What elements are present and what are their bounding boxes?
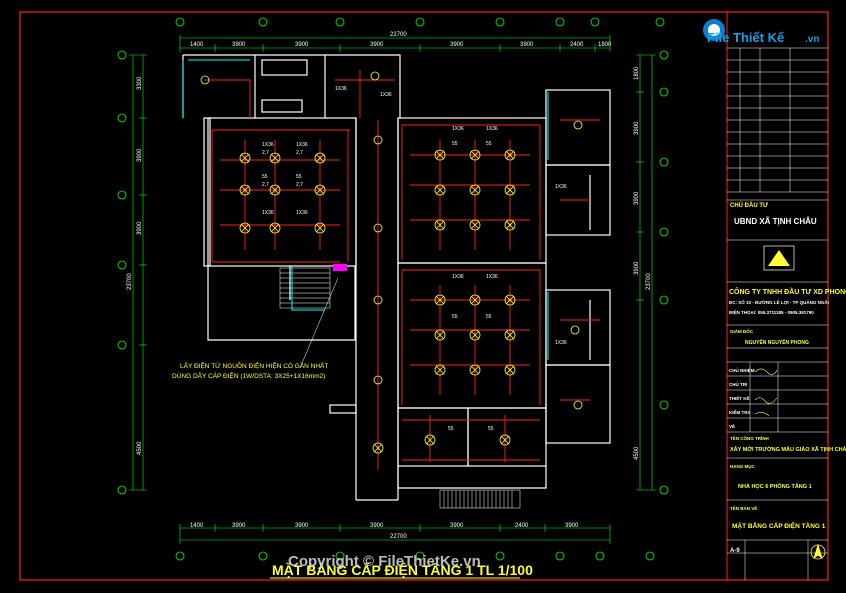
brand-logo: File Thiết Kế .vn [700,12,828,46]
role-row: CHỦ NHIỆM [729,366,755,373]
fixture-label: 2,7 [262,182,269,188]
fixture-label: 55 [452,141,458,147]
top-dim-6: 3900 [520,42,534,48]
drawing-canvas: 1400 3900 3900 3900 3900 3900 2400 1800 … [0,0,846,593]
role-row: CHỦ TRÌ [729,380,748,387]
owner-name: UBND XÃ TỊNH CHÂU [734,217,817,226]
right-dim-1: 1800 [634,66,640,80]
fixture-label: 55 [262,174,268,180]
supply-note-line2: DÙNG DÂY CÁP ĐIỆN (1W/DSTA: 3X25+1X16mm2… [172,371,325,380]
bottom-dim-4: 3900 [370,523,384,529]
item-name: NHÀ HỌC 6 PHÒNG TẦNG 1 [738,482,812,490]
project-name: XÂY MỚI TRƯỜNG MẪU GIÁO XÃ TỊNH CHÂU [730,445,846,453]
role-row: THIẾT KẾ [729,395,750,401]
left-dim-1: 3300 [137,76,143,90]
left-dim-4: 4500 [137,441,143,455]
fixture-label: 1X36 [452,126,464,132]
left-dim-3: 3900 [137,221,143,235]
bottom-dim-6: 2400 [515,523,529,529]
top-dim-4: 3900 [370,42,384,48]
fixture-label: 55 [448,426,454,432]
fixture-label: 55 [488,426,494,432]
bottom-dim-1: 1400 [190,523,204,529]
left-dim-2: 3900 [137,148,143,162]
right-dim-2: 3900 [634,121,640,135]
fixture-label: 1X36 [380,92,392,98]
fixture-label: 1X36 [335,86,347,92]
fixture-label: 2,7 [296,182,303,188]
company-phone: ĐIỆN THOẠI: 055.3711185 - 0905.391790 [729,308,814,315]
fixture-label: 1X36 [262,142,274,148]
bottom-dim-5: 3900 [450,523,464,529]
distribution-panel [333,264,347,271]
fixture-label: 2,7 [296,150,303,156]
top-dim-8: 1800 [598,42,612,48]
fixture-label: 1X36 [262,210,274,216]
right-dim-4: 3900 [634,261,640,275]
fixture-label: 55 [486,314,492,320]
director-label: GIÁM ĐỐC [730,328,754,334]
fixture-label: 1X36 [486,126,498,132]
fixture-label: 1X36 [296,142,308,148]
fixture-label: 55 [452,314,458,320]
right-dim-total: 23700 [646,273,652,290]
fixture-label: 1X36 [452,274,464,280]
left-dim-total: 23700 [127,273,133,290]
fixture-label: 1X36 [486,274,498,280]
brand-logo-icon: File Thiết Kế .vn [703,19,819,45]
bottom-dim-2: 3900 [232,523,246,529]
project-label: TÊN CÔNG TRÌNH [730,434,769,441]
right-dim-5: 4500 [634,446,640,460]
sheet-label: TÊN BẢN VẼ [730,504,757,511]
role-row: KIỂM TRA [729,409,751,415]
top-dim-total: 22700 [390,32,407,38]
bottom-dim-3: 3900 [295,523,309,529]
entrance-ramp [439,489,521,509]
company-address: ĐC: SỐ 10 - ĐƯỜNG LÊ LỢI - TP QUẢNG NGÃI [729,298,829,305]
brand-text: File Thiết Kế [707,30,785,45]
fixture-label: 55 [486,141,492,147]
top-dim-5: 3900 [450,42,464,48]
role-row: VẼ [729,423,735,429]
item-label: HẠNG MỤC [730,464,755,469]
fixture-label: 2,7 [262,150,269,156]
top-dim-2: 3900 [232,42,246,48]
bottom-dim-total: 22700 [390,534,407,540]
fixture-label: 55 [296,174,302,180]
brand-tld: .vn [805,34,819,45]
fixture-label: 1X36 [296,210,308,216]
fixture-label: 1X36 [555,184,567,190]
right-dim-3: 3900 [634,191,640,205]
sheet-number: A-9 [730,548,740,554]
top-dim-3: 3900 [295,42,309,48]
director-name: NGUYỄN NGUYÊN PHONG [745,338,809,346]
fixture-label: 1X36 [555,340,567,346]
top-dim-1: 1400 [190,42,204,48]
bottom-dim-7: 3900 [565,523,579,529]
top-dim-7: 2400 [570,42,584,48]
owner-label: CHỦ ĐẦU TƯ [730,202,768,209]
copyright-watermark: Copyright © FileThietKe.vn [288,553,481,570]
